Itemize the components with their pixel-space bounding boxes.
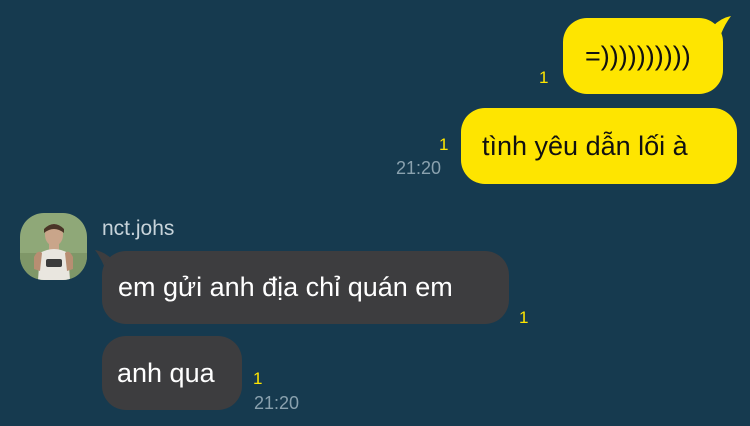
contact-avatar[interactable] — [20, 213, 87, 280]
chat-conversation: 1 =)))))))))) 1 21:20 tình yêu dẫn lối à… — [0, 0, 750, 426]
message-text: em gửi anh địa chỉ quán em — [118, 272, 453, 302]
unread-count: 1 — [253, 369, 263, 388]
message-bubble-outgoing[interactable]: tình yêu dẫn lối à — [461, 108, 737, 184]
message-bubble-incoming[interactable]: em gửi anh địa chỉ quán em — [102, 251, 509, 324]
message-timestamp: 21:20 — [396, 158, 442, 178]
unread-count: 1 — [439, 135, 449, 154]
sender-name: nct.johs — [102, 217, 175, 240]
avatar-photo-icon — [20, 213, 87, 280]
message-text: =)))))))))) — [585, 40, 691, 71]
unread-count: 1 — [519, 308, 529, 327]
message-text: anh qua — [117, 357, 215, 388]
message-bubble-outgoing[interactable]: =)))))))))) — [563, 18, 723, 94]
message-timestamp: 21:20 — [254, 393, 300, 413]
unread-count: 1 — [539, 68, 549, 87]
message-text: tình yêu dẫn lối à — [482, 130, 688, 161]
message-bubble-incoming[interactable]: anh qua — [102, 336, 242, 410]
